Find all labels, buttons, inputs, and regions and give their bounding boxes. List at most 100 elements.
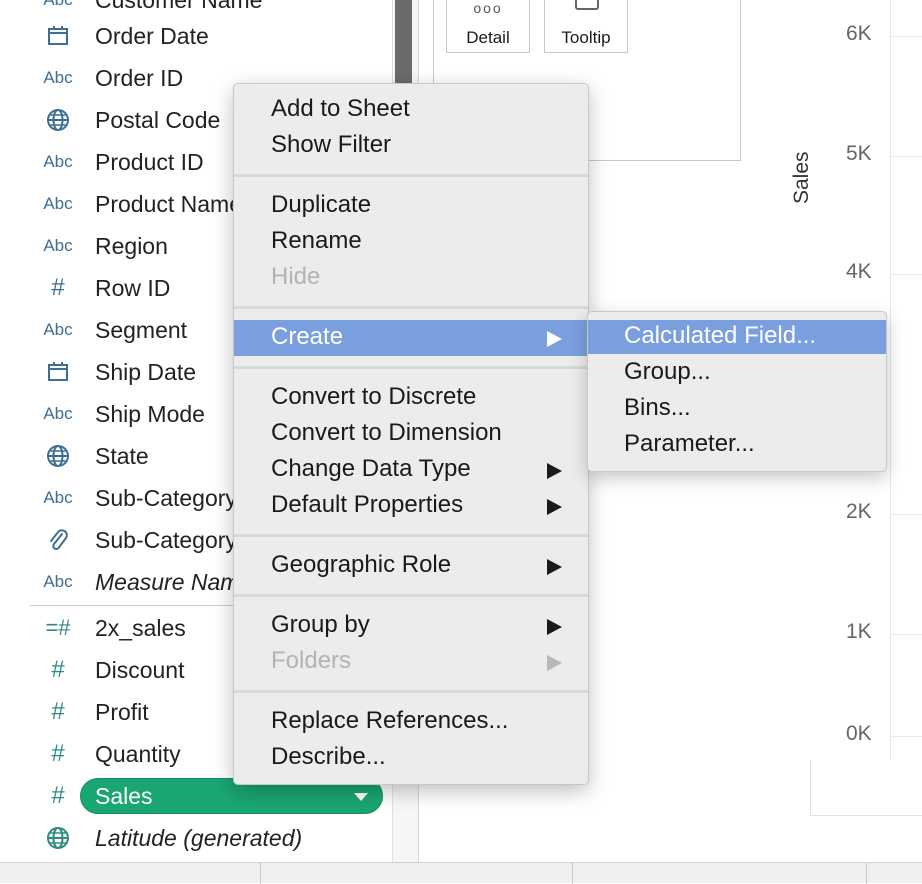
- field-label: State: [95, 442, 149, 469]
- number-type-icon: #: [51, 274, 65, 301]
- number-type-icon: #: [51, 782, 65, 809]
- field-context-menu: Add to Sheet Show Filter Duplicate Rename Hi…: [233, 83, 589, 785]
- field-order-date[interactable]: Order Date: [0, 15, 392, 57]
- submenu-item-label: Bins...: [624, 394, 691, 421]
- gridline: [890, 274, 922, 275]
- string-type-icon: Abc: [43, 68, 73, 87]
- calendar-icon: [36, 15, 80, 57]
- menu-item-replace-references[interactable]: Replace References...: [234, 704, 588, 740]
- field-label: Region: [95, 232, 168, 259]
- menu-item-label: Geographic Role: [271, 551, 452, 578]
- submenu-arrow-icon: [547, 655, 562, 671]
- submenu-item-calculated-field[interactable]: Calculated Field...: [588, 320, 886, 354]
- tooltip-button[interactable]: Tooltip: [544, 0, 628, 53]
- status-bar-separator: [866, 863, 867, 884]
- y-tick-label: 6K: [846, 22, 872, 45]
- y-tick-label: 4K: [846, 260, 872, 283]
- menu-item-label: Describe...: [271, 743, 386, 770]
- menu-item-create[interactable]: Create: [234, 320, 588, 356]
- globe-icon: [36, 99, 80, 141]
- status-bar: [0, 862, 922, 884]
- string-type-icon: Abc: [43, 152, 73, 171]
- field-label: 2x_sales: [95, 614, 186, 641]
- menu-item-hide: Hide: [234, 260, 588, 296]
- field-label: Profit: [95, 698, 149, 725]
- caret-down-icon[interactable]: [354, 793, 368, 801]
- number-type-icon: #: [51, 698, 65, 725]
- menu-item-duplicate[interactable]: Duplicate: [234, 188, 588, 224]
- submenu-arrow-icon: [547, 619, 562, 635]
- menu-item-describe[interactable]: Describe...: [234, 740, 588, 776]
- menu-item-default-properties[interactable]: Default Properties: [234, 488, 588, 524]
- number-type-icon: #: [51, 656, 65, 683]
- submenu-item-label: Parameter...: [624, 430, 755, 457]
- menu-item-convert-to-dimension[interactable]: Convert to Dimension: [234, 416, 588, 452]
- field-label: Sub-Category: [95, 484, 237, 511]
- menu-item-add-to-sheet[interactable]: Add to Sheet: [234, 92, 588, 128]
- field-latitude-generated[interactable]: Latitude (generated): [0, 817, 392, 859]
- tooltip-icon: [575, 0, 599, 10]
- menu-item-label: Show Filter: [271, 131, 392, 158]
- string-type-icon: Abc: [43, 194, 73, 213]
- gridline: [890, 36, 922, 37]
- y-tick-label: 1K: [846, 620, 872, 643]
- status-bar-separator: [260, 863, 261, 884]
- menu-item-change-data-type[interactable]: Change Data Type: [234, 452, 588, 488]
- tooltip-label: Tooltip: [561, 28, 611, 47]
- gridline: [890, 514, 922, 515]
- sales-pill-label: Sales: [95, 783, 153, 809]
- detail-label: Detail: [466, 28, 510, 47]
- menu-item-rename[interactable]: Rename: [234, 224, 588, 260]
- calculated-number-icon: =#: [45, 615, 71, 640]
- string-type-icon: Abc: [43, 404, 73, 423]
- submenu-item-bins[interactable]: Bins...: [588, 392, 886, 426]
- submenu-item-parameter[interactable]: Parameter...: [588, 428, 886, 462]
- gridline: [890, 156, 922, 157]
- submenu-item-label: Group...: [624, 358, 711, 385]
- menu-item-geographic-role[interactable]: Geographic Role: [234, 548, 588, 584]
- menu-item-convert-to-discrete[interactable]: Convert to Discrete: [234, 380, 588, 416]
- chart-corner-border: [810, 760, 811, 816]
- globe-icon: [36, 435, 80, 477]
- menu-item-show-filter[interactable]: Show Filter: [234, 128, 588, 164]
- menu-separator: [234, 534, 588, 537]
- menu-item-label: Add to Sheet: [271, 95, 410, 122]
- field-label: Order Date: [95, 22, 209, 49]
- field-label: Postal Code: [95, 106, 221, 133]
- detail-button[interactable]: ooo Detail: [446, 0, 530, 53]
- field-label: Ship Date: [95, 358, 197, 385]
- field-label: Segment: [95, 316, 188, 343]
- field-label: Quantity: [95, 740, 181, 767]
- menu-item-label: Folders: [271, 647, 352, 674]
- menu-separator: [234, 306, 588, 309]
- chart-bottom-border: [810, 815, 922, 816]
- globe-icon: [36, 817, 80, 859]
- menu-item-folders: Folders: [234, 644, 588, 680]
- menu-item-label: Hide: [271, 263, 321, 290]
- menu-item-label: Duplicate: [271, 191, 372, 218]
- menu-item-label: Change Data Type: [271, 455, 471, 482]
- menu-item-label: Rename: [271, 227, 362, 254]
- submenu-item-group[interactable]: Group...: [588, 356, 886, 390]
- menu-item-label: Group by: [271, 611, 370, 638]
- detail-dots-icon: ooo: [473, 0, 503, 16]
- y-tick-label: 2K: [846, 500, 872, 523]
- menu-item-label: Create: [271, 323, 344, 350]
- field-label: Customer Name: [95, 0, 262, 14]
- field-label: Order ID: [95, 64, 184, 91]
- create-submenu: Calculated Field... Group... Bins... Parame…: [587, 311, 887, 472]
- menu-separator: [234, 690, 588, 693]
- field-label: Sub-Category: [95, 526, 237, 553]
- y-tick-label: 0K: [846, 722, 872, 745]
- y-axis-title[interactable]: Sales: [786, 151, 826, 220]
- menu-item-label: Replace References...: [271, 707, 509, 734]
- menu-item-group-by[interactable]: Group by: [234, 608, 588, 644]
- menu-item-label: Convert to Discrete: [271, 383, 477, 410]
- number-type-icon: #: [51, 740, 65, 767]
- plot-left-border: [890, 0, 891, 760]
- gridline: [890, 634, 922, 635]
- menu-separator: [234, 174, 588, 177]
- submenu-item-label: Calculated Field...: [624, 322, 817, 349]
- paperclip-icon: [36, 519, 80, 561]
- menu-separator: [234, 366, 588, 369]
